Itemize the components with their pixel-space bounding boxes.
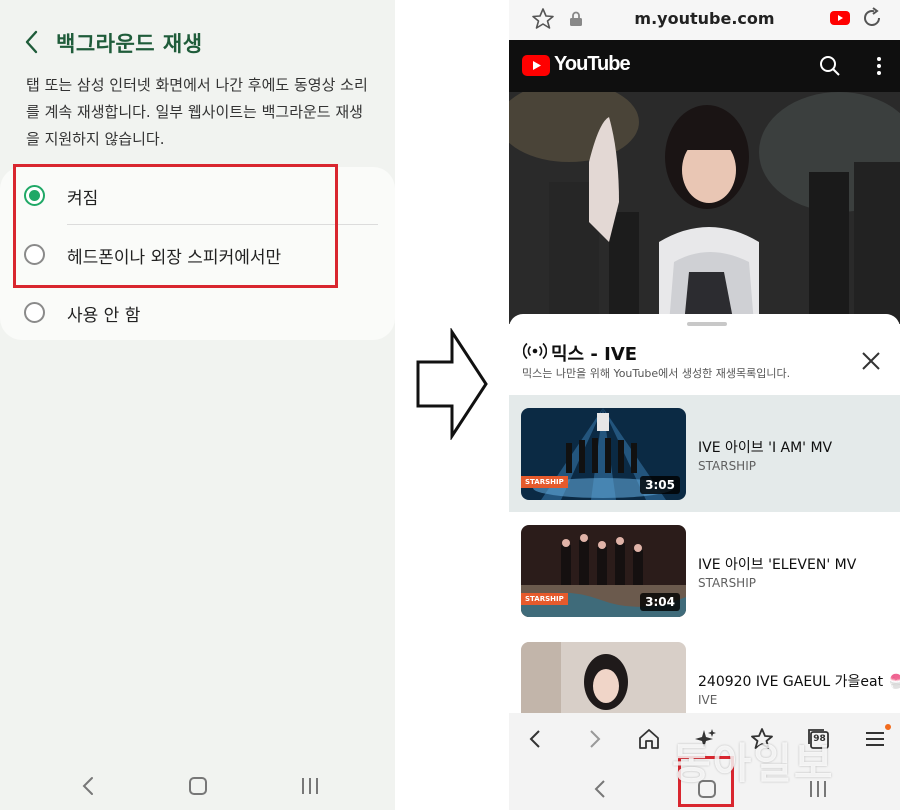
browser-youtube-screen: m.youtube.com YouTube 믹스 - IVE 믹스는 나만을 위… — [509, 0, 900, 810]
channel-name[interactable]: STARSHIP — [698, 576, 756, 590]
address-bar[interactable]: m.youtube.com — [509, 0, 900, 40]
page-title: 백그라운드 재생 — [56, 32, 203, 56]
forward-icon[interactable] — [582, 727, 606, 751]
system-nav-bar — [0, 768, 395, 804]
video-title[interactable]: IVE 아이브 'ELEVEN' MV — [698, 554, 856, 574]
right-arrow-icon — [416, 328, 488, 440]
video-frame-image — [509, 92, 900, 324]
mix-radio-icon — [523, 342, 547, 360]
nav-back-icon[interactable] — [589, 777, 613, 801]
playlist-item[interactable]: STARSHIP 3:05 IVE 아이브 'I AM' MV STARSHIP — [509, 395, 900, 512]
option-off[interactable]: 사용 안 함 — [0, 284, 395, 340]
highlight-box — [13, 164, 338, 288]
youtube-wordmark[interactable]: YouTube — [554, 53, 631, 76]
search-icon[interactable] — [818, 54, 842, 78]
more-options-icon[interactable] — [871, 54, 887, 78]
channel-name[interactable]: IVE — [698, 693, 717, 707]
starship-logo: STARSHIP — [521, 593, 568, 605]
home-icon[interactable] — [637, 727, 661, 751]
playlist-item[interactable]: STARSHIP 3:04 IVE 아이브 'ELEVEN' MV STARSH… — [509, 512, 900, 629]
mix-playlist-sheet: 믹스 - IVE 믹스는 나만을 위해 YouTube에서 생성한 재생목록입니… — [509, 314, 900, 734]
watermark: 동아일보 — [672, 739, 835, 788]
nav-back-icon[interactable] — [76, 774, 102, 798]
close-icon[interactable] — [860, 350, 882, 372]
youtube-header: YouTube — [509, 40, 900, 92]
duration-badge: 3:05 — [640, 476, 680, 494]
settings-header: 백그라운드 재생 — [0, 22, 395, 62]
nav-recents-icon[interactable] — [297, 774, 323, 798]
setting-description: 탭 또는 삼성 인터넷 화면에서 나간 후에도 동영상 소리를 계속 재생합니다… — [26, 76, 368, 148]
back-icon[interactable] — [524, 727, 548, 751]
drag-handle[interactable] — [687, 322, 727, 326]
video-title[interactable]: 240920 IVE GAEUL 가을eat 🍧 — [698, 671, 900, 691]
reload-icon[interactable] — [860, 6, 884, 30]
video-thumbnail[interactable]: STARSHIP 3:05 — [521, 408, 686, 500]
starship-logo: STARSHIP — [521, 476, 568, 488]
option-label: 사용 안 함 — [67, 306, 141, 326]
video-title[interactable]: IVE 아이브 'I AM' MV — [698, 437, 832, 457]
youtube-logo-icon[interactable] — [522, 55, 550, 76]
mix-subtitle: 믹스는 나만을 위해 YouTube에서 생성한 재생목록입니다. — [522, 367, 791, 380]
radio-unselected-icon[interactable] — [24, 302, 45, 323]
channel-name[interactable]: STARSHIP — [698, 459, 756, 473]
duration-badge: 3:04 — [640, 593, 680, 611]
background-play-settings-screen: 백그라운드 재생 탭 또는 삼성 인터넷 화면에서 나간 후에도 동영상 소리를… — [0, 0, 395, 810]
nav-home-icon[interactable] — [185, 774, 211, 798]
menu-icon[interactable] — [863, 727, 887, 751]
video-thumbnail[interactable]: STARSHIP 3:04 — [521, 525, 686, 617]
video-player[interactable] — [509, 92, 900, 324]
screenshot-root: 백그라운드 재생 탭 또는 삼성 인터넷 화면에서 나간 후에도 동영상 소리를… — [0, 0, 900, 810]
back-arrow-icon[interactable] — [20, 28, 44, 56]
notification-dot — [885, 724, 891, 730]
youtube-site-icon[interactable] — [830, 10, 850, 26]
mix-title: 믹스 - IVE — [551, 344, 638, 365]
